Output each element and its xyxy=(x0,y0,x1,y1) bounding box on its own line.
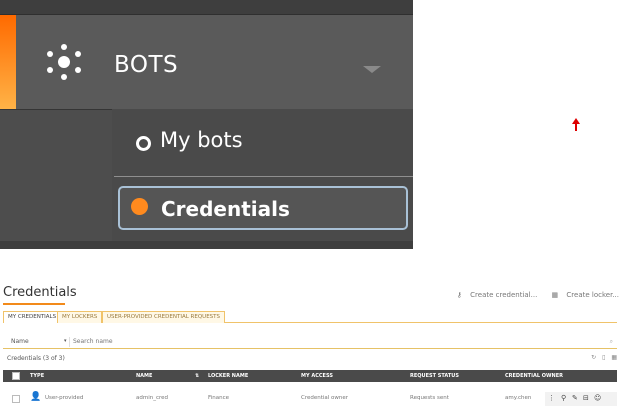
owner-icon[interactable]: ☺ xyxy=(594,394,601,402)
row-checkbox[interactable] xyxy=(12,395,20,403)
title-underline xyxy=(3,303,65,305)
columns-icon[interactable]: ▦ xyxy=(611,354,617,361)
submenu-item-credentials-label[interactable]: Credentials xyxy=(161,197,290,221)
column-header-my-access[interactable]: MY ACCESS xyxy=(301,373,333,379)
search-field-select[interactable]: Name xyxy=(11,338,29,345)
tab-user-provided-requests[interactable]: USER-PROVIDED CREDENTIAL REQUESTS xyxy=(102,311,226,323)
cell-type: User-provided xyxy=(45,395,84,401)
create-credential-button[interactable]: ⚷ Create credential... xyxy=(451,291,538,299)
table-tools: ↻ ▯ ▦ xyxy=(587,354,617,361)
nav-bottom-band xyxy=(0,241,413,249)
sidebar-nav: BOTS My bots Credentials xyxy=(0,0,413,249)
submenu-divider xyxy=(114,176,413,177)
radio-ring-icon xyxy=(136,136,151,151)
cell-my-access: Credential owner xyxy=(301,395,349,401)
delete-row-icon[interactable]: ⊟ xyxy=(583,394,589,402)
create-locker-button[interactable]: ▦ Create locker... xyxy=(546,291,619,299)
active-dot-icon xyxy=(131,198,148,215)
header-actions: ⚷ Create credential... ▦ Create locker..… xyxy=(445,291,619,299)
row-actions: ⋮ ⚲ ✎ ⊟ ☺ xyxy=(545,392,617,406)
cell-request-status: Requests sent xyxy=(410,395,449,401)
column-header-type[interactable]: TYPE xyxy=(30,373,44,379)
bots-icon xyxy=(47,44,81,80)
column-header-locker-name[interactable]: LOCKER NAME xyxy=(208,373,248,379)
view-icon[interactable]: ⚲ xyxy=(561,394,566,402)
create-locker-label[interactable]: Create locker... xyxy=(566,291,619,299)
create-credential-label[interactable]: Create credential... xyxy=(470,291,537,299)
key-icon: ⚷ xyxy=(456,291,462,299)
column-header-name[interactable]: NAME xyxy=(136,373,152,379)
refresh-icon[interactable]: ↻ xyxy=(591,354,596,361)
more-actions-icon[interactable]: ⋮ xyxy=(548,394,555,402)
search-icon[interactable]: ⌕ xyxy=(610,338,613,346)
locker-icon: ▦ xyxy=(551,291,559,299)
active-accent-bar xyxy=(0,15,16,109)
tab-my-credentials[interactable]: MY CREDENTIALS xyxy=(3,311,62,323)
search-bar: Name ▾ ⌕ xyxy=(3,336,617,349)
caret-down-icon[interactable]: ▾ xyxy=(64,338,67,344)
nav-bots-label: BOTS xyxy=(114,52,179,78)
nav-top-band xyxy=(0,0,413,15)
user-provided-icon: 👤 xyxy=(30,392,42,402)
table-header: TYPE NAME ⇅ LOCKER NAME MY ACCESS REQUES… xyxy=(3,370,617,382)
cell-name: admin_cred xyxy=(136,395,169,401)
table-row[interactable]: 👤 User-provided admin_cred Finance Crede… xyxy=(3,389,617,407)
page-title: Credentials xyxy=(3,285,77,300)
select-all-checkbox[interactable] xyxy=(12,372,20,380)
edit-icon[interactable]: ✎ xyxy=(572,394,578,402)
results-count: Credentials (3 of 3) xyxy=(7,355,65,362)
chevron-down-icon[interactable] xyxy=(363,66,381,73)
cell-credential-owner: amy.chen xyxy=(505,395,532,401)
tab-my-lockers[interactable]: MY LOCKERS xyxy=(57,311,103,323)
cell-locker-name: Finance xyxy=(208,395,230,401)
search-input[interactable] xyxy=(73,338,573,345)
sort-icon[interactable]: ⇅ xyxy=(195,373,199,379)
submenu-item-my-bots[interactable]: My bots xyxy=(160,128,243,152)
search-divider xyxy=(69,337,70,347)
credentials-page: Credentials ⚷ Create credential... ▦ Cre… xyxy=(0,281,625,412)
column-header-credential-owner[interactable]: CREDENTIAL OWNER xyxy=(505,373,563,379)
column-header-request-status[interactable]: REQUEST STATUS xyxy=(410,373,459,379)
delete-icon[interactable]: ▯ xyxy=(602,354,605,361)
annotation-arrow-shaft xyxy=(575,123,577,131)
